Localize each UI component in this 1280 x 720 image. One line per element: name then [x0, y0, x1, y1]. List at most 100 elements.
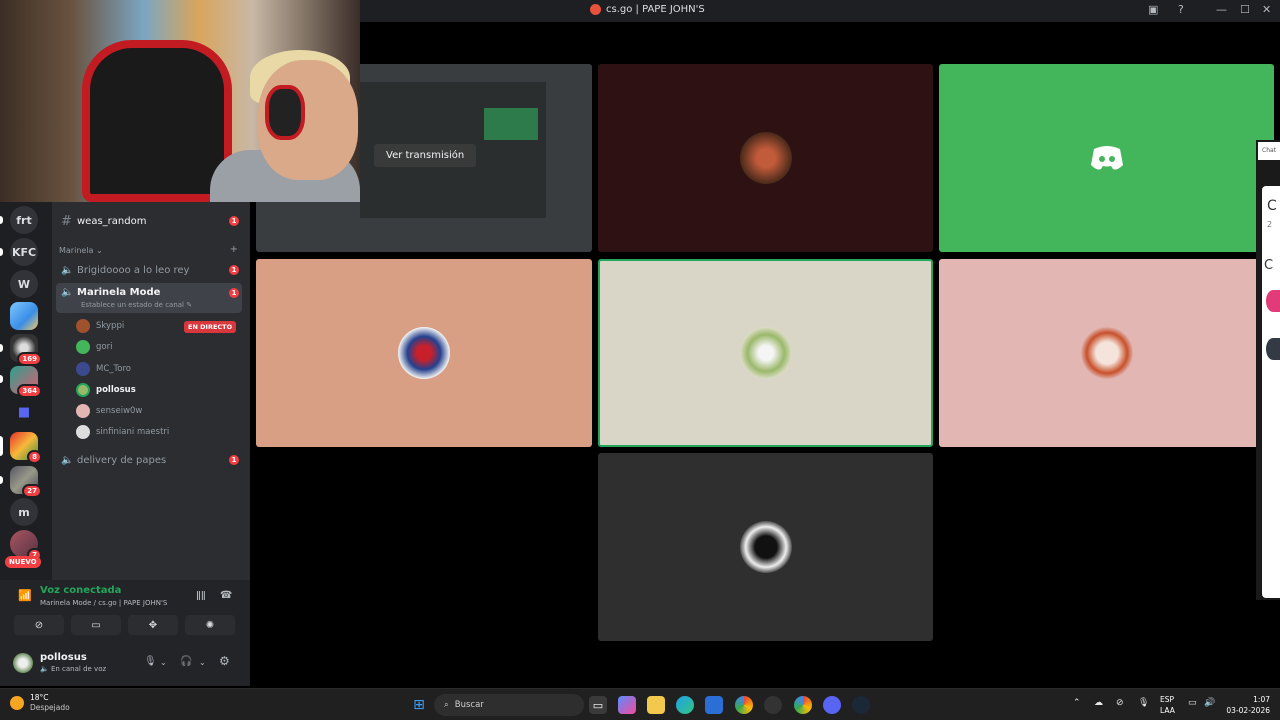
voice-member[interactable]: MC_Toro [76, 360, 131, 378]
input-language[interactable]: ESP LAA [1160, 694, 1175, 716]
server-icon[interactable]: 169 [10, 334, 42, 366]
help-icon[interactable]: ? [1178, 3, 1184, 16]
voice-channel[interactable]: 🔈 Brigidoooo a lo leo rey 1 [56, 259, 242, 281]
voice-member[interactable]: Skyppi [76, 317, 124, 335]
voice-member-self[interactable]: pollosus [76, 381, 136, 399]
server-icon[interactable]: frt [10, 206, 38, 234]
channel-name: Marinela Mode [77, 287, 161, 298]
minimize-button[interactable]: — [1216, 3, 1227, 16]
category-header[interactable]: Marinela ⌄ [59, 246, 103, 255]
voice-member[interactable]: gori [76, 338, 112, 356]
signal-icon[interactable]: 📶 [18, 589, 32, 602]
voice-member[interactable]: senseiw0w [76, 402, 142, 420]
onedrive-icon[interactable]: ☁ [1094, 698, 1103, 708]
screen-share-icon: ▭ [91, 619, 101, 631]
unread-indicator [0, 375, 3, 383]
server-icon[interactable]: 27 [10, 466, 42, 498]
channel-status-prompt[interactable]: Establece un estado de canal ✎ [81, 301, 192, 309]
unread-indicator [0, 248, 3, 256]
server-icon[interactable]: W [10, 270, 38, 298]
avatar [398, 327, 450, 379]
noise-suppression-icon[interactable]: ǁǁ [196, 590, 206, 601]
participant-tile-speaking[interactable] [598, 259, 933, 447]
chrome-profile-icon[interactable] [794, 696, 812, 714]
disconnect-icon[interactable]: ☎ [220, 590, 232, 601]
server-icon[interactable]: m [10, 498, 38, 526]
headphones-icon[interactable]: 🎧 [180, 656, 192, 667]
clock[interactable]: 1:07 03-02-2026 [1224, 694, 1270, 716]
server-icon[interactable]: KFC [10, 238, 38, 266]
new-badge: NUEVO [5, 556, 41, 568]
close-button[interactable]: ✕ [1262, 3, 1271, 16]
unread-indicator [0, 344, 3, 352]
discord-logo-icon [1090, 146, 1123, 170]
voice-location[interactable]: Marinela Mode / cs.go | PAPE JOHN'S [40, 599, 167, 607]
windows-start-icon[interactable]: ⊞ [410, 696, 428, 714]
avatar[interactable] [13, 653, 33, 673]
server-icon[interactable]: 8 [10, 432, 42, 464]
side-panel: Chat C 2 C [1256, 140, 1280, 600]
avatar [76, 362, 90, 376]
soundboard-button[interactable]: ✺ [185, 615, 235, 635]
display-icon[interactable]: ▭ [1188, 698, 1197, 708]
file-explorer-icon[interactable] [647, 696, 665, 714]
screen-share-button[interactable]: ▭ [71, 615, 121, 635]
camera-button[interactable]: ⊘ [14, 615, 64, 635]
window-title-text: cs.go | PAPE JOHN'S [606, 4, 705, 15]
voice-member[interactable]: sinfiniani maestri [76, 423, 169, 441]
steam-icon[interactable] [852, 696, 870, 714]
participant-tile[interactable] [939, 259, 1274, 447]
task-view-icon[interactable]: ▭ [589, 696, 607, 714]
soundboard-icon: ✺ [205, 619, 215, 631]
speaker-icon: 🔈 [61, 287, 74, 298]
participant-tile[interactable] [939, 64, 1274, 252]
chat-tab[interactable]: Chat [1258, 142, 1280, 160]
camera-off-icon: ⊘ [34, 619, 44, 631]
store-icon[interactable] [705, 696, 723, 714]
server-icon[interactable]: 7 [10, 530, 42, 562]
speaker-icon: 🔈 [61, 454, 74, 466]
avatar [76, 340, 90, 354]
participant-tile[interactable] [256, 259, 592, 447]
server-icon[interactable]: 364 [10, 366, 42, 398]
channel-name: weas_random [77, 215, 147, 227]
volume-icon[interactable]: 🔊 [1204, 698, 1215, 708]
chrome-icon[interactable] [735, 696, 753, 714]
panel-heading: C [1267, 198, 1277, 214]
chevron-up-icon[interactable]: ⌃ [1073, 698, 1081, 708]
avatar [1266, 290, 1280, 312]
chevron-down-icon[interactable]: ⌄ [160, 658, 167, 667]
participant-tile[interactable] [598, 64, 933, 252]
voice-channel-active[interactable]: 🔈 Marinela Mode 1 Establece un estado de… [56, 283, 242, 313]
watch-stream-button[interactable]: Ver transmisión [374, 144, 477, 167]
user-status: 🔈 En canal de voz [40, 665, 107, 673]
edge-icon[interactable] [676, 696, 694, 714]
chevron-down-icon[interactable]: ⌄ [199, 658, 206, 667]
text-channel[interactable]: # weas_random 1 [56, 210, 242, 232]
copilot-icon[interactable] [618, 696, 636, 714]
add-channel-icon[interactable]: + [230, 244, 238, 255]
search-box[interactable]: ⌕ Buscar [434, 694, 584, 716]
voice-channel[interactable]: 🔈 delivery de papes 1 [56, 449, 242, 471]
discord-icon[interactable] [823, 696, 841, 714]
participant-tile[interactable] [598, 453, 933, 641]
inbox-icon[interactable]: ▣ [1148, 3, 1158, 16]
unread-badge: 1 [229, 288, 239, 298]
settings-gear-icon[interactable]: ⚙ [219, 654, 230, 668]
avatar [76, 425, 90, 439]
unread-indicator [0, 476, 3, 484]
microphone-tray-icon[interactable]: 🎙 [1138, 698, 1149, 708]
weather-widget[interactable]: 18°C Despejado [10, 693, 70, 713]
activities-icon: ✥ [148, 619, 158, 631]
member-name: Skyppi [96, 321, 125, 331]
microphone-icon[interactable]: 🎙 [144, 656, 157, 667]
activities-button[interactable]: ✥ [128, 615, 178, 635]
channel-name: Brigidoooo a lo leo rey [77, 264, 190, 276]
obs-icon[interactable] [764, 696, 782, 714]
folder-icon[interactable]: ■ [10, 398, 38, 426]
server-icon[interactable] [10, 302, 38, 330]
maximize-button[interactable]: ☐ [1240, 3, 1250, 16]
member-name: gori [96, 342, 113, 352]
network-off-icon[interactable]: ⊘ [1116, 698, 1124, 708]
avatar [1080, 327, 1133, 379]
